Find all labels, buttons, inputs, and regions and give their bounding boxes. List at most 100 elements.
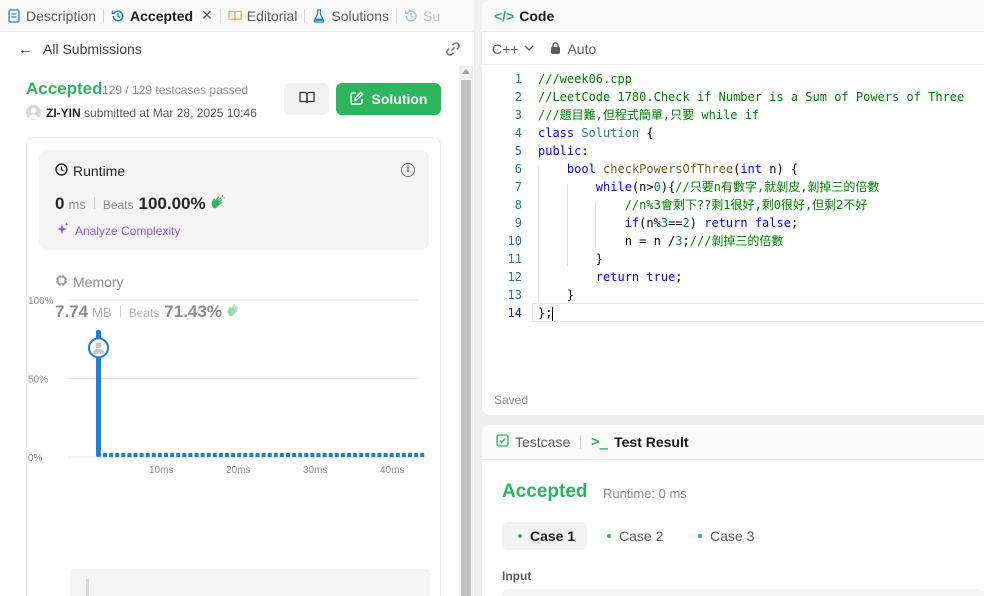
- distribution-bar[interactable]: [109, 453, 114, 457]
- tab-testcase[interactable]: Testcase: [496, 434, 570, 450]
- code-line[interactable]: 7 while(n>0){//只要n有數字,就剝皮,剝掉三的倍數: [482, 178, 984, 196]
- code-line[interactable]: 8 //n%3會剩下??剩1很好,剩0很好,但剩2不好: [482, 196, 984, 214]
- tab-accepted[interactable]: Accepted ✕: [104, 0, 220, 31]
- tab-label: Accepted: [130, 7, 194, 24]
- distribution-bar[interactable]: [133, 453, 138, 457]
- distribution-bar[interactable]: [347, 453, 351, 457]
- code-line[interactable]: 12 return true;: [482, 268, 984, 286]
- distribution-bar[interactable]: [316, 453, 321, 457]
- distribution-bar[interactable]: [420, 453, 425, 457]
- distribution-bar[interactable]: [249, 453, 254, 457]
- all-submissions-link[interactable]: ← All Submissions: [0, 33, 474, 65]
- code-line[interactable]: 6 bool checkPowersOfThree(int n) {: [482, 160, 984, 178]
- distribution-bar[interactable]: [231, 453, 236, 457]
- distribution-bar[interactable]: [365, 453, 370, 457]
- distribution-bar[interactable]: [157, 453, 162, 457]
- distribution-bar[interactable]: [151, 453, 156, 457]
- case-3-tab[interactable]: Case 3: [682, 522, 766, 550]
- line-number: 3: [514, 108, 522, 122]
- code-line[interactable]: 5 public:: [482, 142, 984, 160]
- solution-button[interactable]: Solution: [336, 83, 441, 115]
- distribution-bar[interactable]: [353, 453, 358, 457]
- tab-solutions[interactable]: Solutions: [305, 0, 396, 31]
- distribution-bar[interactable]: [273, 453, 278, 457]
- distribution-bar[interactable]: [225, 453, 229, 457]
- code-area[interactable]: 1 ///week06.cpp 2 //LeetCode 1780.Check if …: [482, 66, 984, 386]
- distribution-bar[interactable]: [340, 453, 345, 457]
- distribution-bar[interactable]: [145, 453, 150, 457]
- distribution-bar[interactable]: [176, 453, 181, 457]
- code-line[interactable]: 13 }: [482, 286, 984, 304]
- tab-submissions[interactable]: Su: [397, 0, 447, 31]
- code-line[interactable]: 10 n = n /3;///剝掉三的倍數: [482, 232, 984, 250]
- tab-editorial[interactable]: Editorial: [221, 0, 305, 31]
- distribution-bar[interactable]: [414, 453, 419, 457]
- code-line[interactable]: 9 if(n%3==2) return false;: [482, 214, 984, 232]
- distribution-bar[interactable]: [255, 453, 260, 457]
- code-line[interactable]: 2 //LeetCode 1780.Check if Number is a Su…: [482, 88, 984, 106]
- distribution-bar[interactable]: [261, 453, 266, 457]
- distribution-bar[interactable]: [279, 453, 284, 457]
- distribution-bar[interactable]: [121, 453, 126, 457]
- info-icon[interactable]: i: [401, 163, 415, 177]
- editor-title: Code: [519, 7, 555, 24]
- distribution-bar[interactable]: [170, 453, 175, 457]
- distribution-bar[interactable]: [328, 453, 333, 457]
- case-2-tab[interactable]: Case 2: [591, 522, 675, 550]
- link-icon[interactable]: [444, 40, 462, 58]
- code-line[interactable]: 14};: [482, 304, 984, 322]
- distribution-bar[interactable]: [389, 453, 394, 457]
- distribution-bar[interactable]: [267, 453, 272, 457]
- distribution-bar[interactable]: [188, 453, 193, 457]
- distribution-bar[interactable]: [292, 453, 297, 457]
- distribution-bar[interactable]: [182, 453, 187, 457]
- distribution-bar[interactable]: [194, 453, 199, 457]
- distribution-bar[interactable]: [237, 453, 242, 457]
- distribution-bar[interactable]: [212, 453, 217, 457]
- scrollbar[interactable]: [459, 66, 473, 596]
- analyze-complexity-link[interactable]: Analyze Complexity: [55, 222, 180, 239]
- distribution-bar[interactable]: [383, 453, 388, 457]
- scrollbar-thumb[interactable]: [461, 80, 471, 596]
- avatar[interactable]: [26, 105, 41, 120]
- distribution-bar[interactable]: [103, 453, 107, 457]
- distribution-bar[interactable]: [322, 453, 327, 457]
- tab-description[interactable]: Description: [0, 0, 103, 31]
- code-line[interactable]: 3 ///題目難,但程式簡單,只要 while if: [482, 106, 984, 124]
- code-line[interactable]: 1 ///week06.cpp: [482, 70, 984, 88]
- distribution-bar[interactable]: [139, 453, 144, 457]
- distribution-bar[interactable]: [200, 453, 205, 457]
- distribution-bar[interactable]: [127, 453, 132, 457]
- code-text: bool checkPowersOfThree(int n) {: [566, 162, 799, 176]
- close-icon[interactable]: ✕: [201, 7, 213, 24]
- distribution-bar[interactable]: [401, 453, 406, 457]
- distribution-bar[interactable]: [377, 453, 382, 457]
- code-line[interactable]: 4 class Solution {: [482, 124, 984, 142]
- distribution-bar[interactable]: [371, 453, 376, 457]
- chevron-down-icon[interactable]: [524, 43, 534, 54]
- editorial-button[interactable]: [284, 83, 329, 115]
- auto-mode[interactable]: Auto: [567, 41, 596, 57]
- username[interactable]: ZI-YIN: [46, 106, 81, 120]
- distribution-bar[interactable]: [359, 453, 364, 457]
- chip-icon: [55, 274, 68, 290]
- distribution-bar[interactable]: [164, 453, 168, 457]
- distribution-bar[interactable]: [298, 453, 303, 457]
- code-text: ///week06.cpp: [538, 72, 632, 86]
- distribution-bar[interactable]: [206, 453, 211, 457]
- distribution-bar[interactable]: [334, 453, 339, 457]
- runtime-box[interactable]: Runtime i 0 ms Beats 100.00% Analyze Com…: [39, 150, 429, 250]
- distribution-bar[interactable]: [395, 453, 400, 457]
- distribution-bar[interactable]: [218, 453, 223, 457]
- distribution-bar[interactable]: [115, 453, 120, 457]
- distribution-bar[interactable]: [286, 453, 290, 457]
- case-1-tab[interactable]: Case 1: [502, 522, 588, 550]
- distribution-bar[interactable]: [304, 453, 309, 457]
- distribution-bar[interactable]: [310, 453, 315, 457]
- language-select[interactable]: C++: [492, 41, 518, 57]
- code-line[interactable]: 11 }: [482, 250, 984, 268]
- distribution-bar[interactable]: [408, 453, 412, 457]
- tab-test-result[interactable]: >_ Test Result: [591, 434, 688, 450]
- distribution-bar[interactable]: [243, 453, 248, 457]
- scroll-up-arrow[interactable]: [462, 69, 470, 74]
